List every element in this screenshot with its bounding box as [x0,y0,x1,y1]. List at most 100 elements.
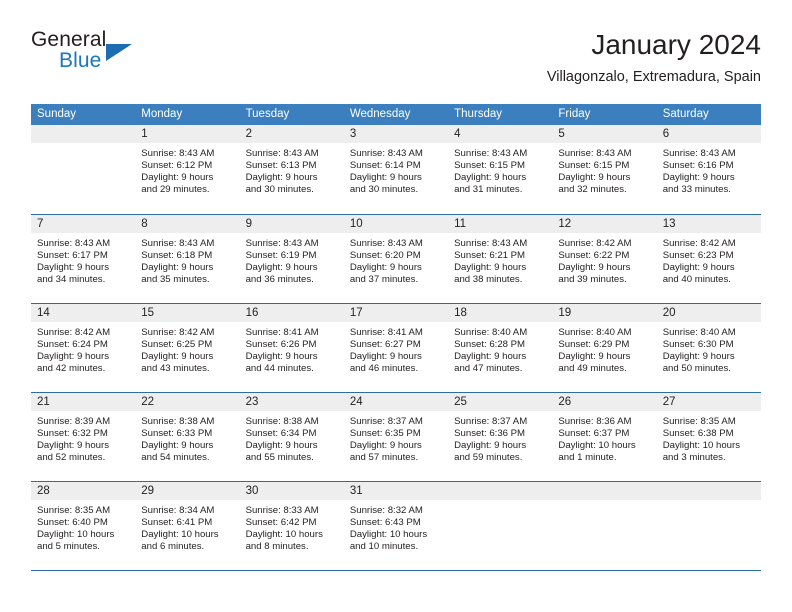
day-details: Sunrise: 8:41 AM Sunset: 6:27 PM Daylight:… [344,322,448,375]
day-details: Sunrise: 8:37 AM Sunset: 6:35 PM Daylight:… [344,411,448,464]
weekday-header-sunday: Sunday [37,108,77,120]
day-cell-23[interactable]: 23 Sunrise: 8:38 AM Sunset: 6:34 PM Dayligh… [239,393,344,481]
daylight-text-line1: Daylight: 9 hours [141,439,214,451]
day-number: 5 [558,128,565,140]
day-cell-29[interactable]: 29 Sunrise: 8:34 AM Sunset: 6:41 PM Dayligh… [135,482,240,570]
sunrise-text: Sunrise: 8:40 AM [558,327,632,338]
sunset-text: Sunset: 6:14 PM [349,159,421,171]
day-number-band: 29 [135,482,240,500]
daylight-text-line1: Daylight: 9 hours [141,261,214,273]
day-number-band [656,482,761,500]
sunset-text: Sunset: 6:16 PM [662,159,734,171]
day-details: Sunrise: 8:40 AM Sunset: 6:28 PM Daylight:… [448,322,552,375]
day-cell-19[interactable]: 19 Sunrise: 8:40 AM Sunset: 6:29 PM Dayligh… [552,304,657,392]
day-cell-16[interactable]: 16 Sunrise: 8:41 AM Sunset: 6:26 PM Dayligh… [239,304,344,392]
daylight-text-line2: and 43 minutes. [141,362,210,374]
day-cell-empty [448,482,553,570]
day-number-band: 5 [552,125,657,143]
day-cell-28[interactable]: 28 Sunrise: 8:35 AM Sunset: 6:40 PM Dayligh… [31,482,136,570]
day-cell-31[interactable]: 31 Sunrise: 8:32 AM Sunset: 6:43 PM Dayligh… [343,482,449,570]
daylight-text-line1: Daylight: 9 hours [454,439,527,451]
daylight-text-line2: and 47 minutes. [454,362,523,374]
day-cell-8[interactable]: 8 Sunrise: 8:43 AM Sunset: 6:18 PM Daylight… [135,215,240,303]
day-number-band: 21 [31,393,136,411]
daylight-text-line2: and 30 minutes. [245,183,314,195]
day-cell-2[interactable]: 2 Sunrise: 8:43 AM Sunset: 6:13 PM Daylight… [239,125,344,214]
sunrise-text: Sunrise: 8:43 AM [454,238,528,249]
logo-text-blue: Blue [59,49,102,72]
day-number-band: 8 [135,215,240,233]
day-cell-empty [31,125,136,214]
day-number-band: 12 [552,215,657,233]
day-number: 7 [37,218,44,230]
daylight-text-line2: and 1 minute. [558,451,617,463]
day-number: 2 [245,128,252,140]
day-cell-14[interactable]: 14 Sunrise: 8:42 AM Sunset: 6:24 PM Dayligh… [31,304,136,392]
daylight-text-line1: Daylight: 10 hours [141,528,219,540]
sunrise-text: Sunrise: 8:34 AM [141,505,215,516]
daylight-text-line1: Daylight: 9 hours [349,261,422,273]
day-cell-3[interactable]: 3 Sunrise: 8:43 AM Sunset: 6:14 PM Daylight… [343,125,449,214]
day-cell-15[interactable]: 15 Sunrise: 8:42 AM Sunset: 6:25 PM Dayligh… [135,304,240,392]
day-number-band: 26 [552,393,657,411]
day-details: Sunrise: 8:43 AM Sunset: 6:12 PM Daylight:… [135,143,239,196]
day-cell-22[interactable]: 22 Sunrise: 8:38 AM Sunset: 6:33 PM Dayligh… [135,393,240,481]
daylight-text-line2: and 49 minutes. [558,362,627,374]
day-number: 12 [558,218,572,230]
day-number: 15 [141,307,155,319]
day-number-band: 25 [448,393,553,411]
day-details: Sunrise: 8:40 AM Sunset: 6:30 PM Daylight:… [657,322,761,375]
daylight-text-line2: and 34 minutes. [37,273,106,285]
sunrise-text: Sunrise: 8:43 AM [454,148,528,159]
day-cell-9[interactable]: 9 Sunrise: 8:43 AM Sunset: 6:19 PM Daylight… [239,215,344,303]
day-number: 1 [141,128,148,140]
general-blue-logo[interactable]: General Blue [31,28,221,84]
day-details: Sunrise: 8:43 AM Sunset: 6:15 PM Daylight:… [552,143,656,196]
day-details: Sunrise: 8:41 AM Sunset: 6:26 PM Daylight:… [240,322,344,375]
daylight-text-line1: Daylight: 9 hours [141,171,214,183]
sunrise-text: Sunrise: 8:43 AM [37,238,111,249]
sunset-text: Sunset: 6:40 PM [37,516,108,528]
day-cell-13[interactable]: 13 Sunrise: 8:42 AM Sunset: 6:23 PM Dayligh… [656,215,761,303]
day-cell-24[interactable]: 24 Sunrise: 8:37 AM Sunset: 6:35 PM Dayligh… [343,393,449,481]
day-cell-1[interactable]: 1 Sunrise: 8:43 AM Sunset: 6:12 PM Daylight… [135,125,240,214]
day-cell-6[interactable]: 6 Sunrise: 8:43 AM Sunset: 6:16 PM Daylight… [656,125,761,214]
daylight-text-line2: and 50 minutes. [662,362,731,374]
weekday-header-monday: Monday [141,108,183,120]
day-cell-30[interactable]: 30 Sunrise: 8:33 AM Sunset: 6:42 PM Dayligh… [239,482,344,570]
day-details: Sunrise: 8:43 AM Sunset: 6:18 PM Daylight:… [135,233,239,286]
day-cell-4[interactable]: 4 Sunrise: 8:43 AM Sunset: 6:15 PM Daylight… [448,125,553,214]
daylight-text-line2: and 55 minutes. [245,451,314,463]
day-cell-27[interactable]: 27 Sunrise: 8:35 AM Sunset: 6:38 PM Dayligh… [656,393,761,481]
daylight-text-line2: and 5 minutes. [37,540,100,552]
sunset-text: Sunset: 6:22 PM [558,249,630,261]
daylight-text-line2: and 31 minutes. [454,183,523,195]
sunset-text: Sunset: 6:43 PM [349,516,421,528]
day-cell-21[interactable]: 21 Sunrise: 8:39 AM Sunset: 6:32 PM Dayligh… [31,393,136,481]
daylight-text-line2: and 6 minutes. [141,540,205,552]
daylight-text-line2: and 32 minutes. [558,183,627,195]
day-cell-18[interactable]: 18 Sunrise: 8:40 AM Sunset: 6:28 PM Dayligh… [448,304,553,392]
day-cell-5[interactable]: 5 Sunrise: 8:43 AM Sunset: 6:15 PM Daylight… [552,125,657,214]
sunset-text: Sunset: 6:15 PM [558,159,630,171]
calendar-week-row: 14 Sunrise: 8:42 AM Sunset: 6:24 PM Dayligh… [31,303,761,392]
day-details: Sunrise: 8:43 AM Sunset: 6:20 PM Daylight:… [344,233,448,286]
day-cell-10[interactable]: 10 Sunrise: 8:43 AM Sunset: 6:20 PM Dayligh… [343,215,449,303]
daylight-text-line1: Daylight: 9 hours [662,261,735,273]
masthead: General Blue January 2024 Villagonzalo, … [31,28,761,98]
day-cell-7[interactable]: 7 Sunrise: 8:43 AM Sunset: 6:17 PM Daylight… [31,215,136,303]
daylight-text-line1: Daylight: 9 hours [662,350,735,362]
day-cell-25[interactable]: 25 Sunrise: 8:37 AM Sunset: 6:36 PM Dayligh… [448,393,553,481]
daylight-text-line1: Daylight: 10 hours [349,528,428,540]
daylight-text-line2: and 39 minutes. [558,273,627,285]
day-cell-26[interactable]: 26 Sunrise: 8:36 AM Sunset: 6:37 PM Dayligh… [552,393,657,481]
daylight-text-line2: and 37 minutes. [349,273,419,285]
day-cell-17[interactable]: 17 Sunrise: 8:41 AM Sunset: 6:27 PM Dayligh… [343,304,449,392]
day-number-band: 23 [239,393,344,411]
daylight-text-line2: and 44 minutes. [245,362,314,374]
day-cell-11[interactable]: 11 Sunrise: 8:43 AM Sunset: 6:21 PM Dayligh… [448,215,553,303]
sunset-text: Sunset: 6:12 PM [141,159,213,171]
day-cell-12[interactable]: 12 Sunrise: 8:42 AM Sunset: 6:22 PM Dayligh… [552,215,657,303]
day-number-band: 22 [135,393,240,411]
day-cell-20[interactable]: 20 Sunrise: 8:40 AM Sunset: 6:30 PM Dayligh… [656,304,761,392]
